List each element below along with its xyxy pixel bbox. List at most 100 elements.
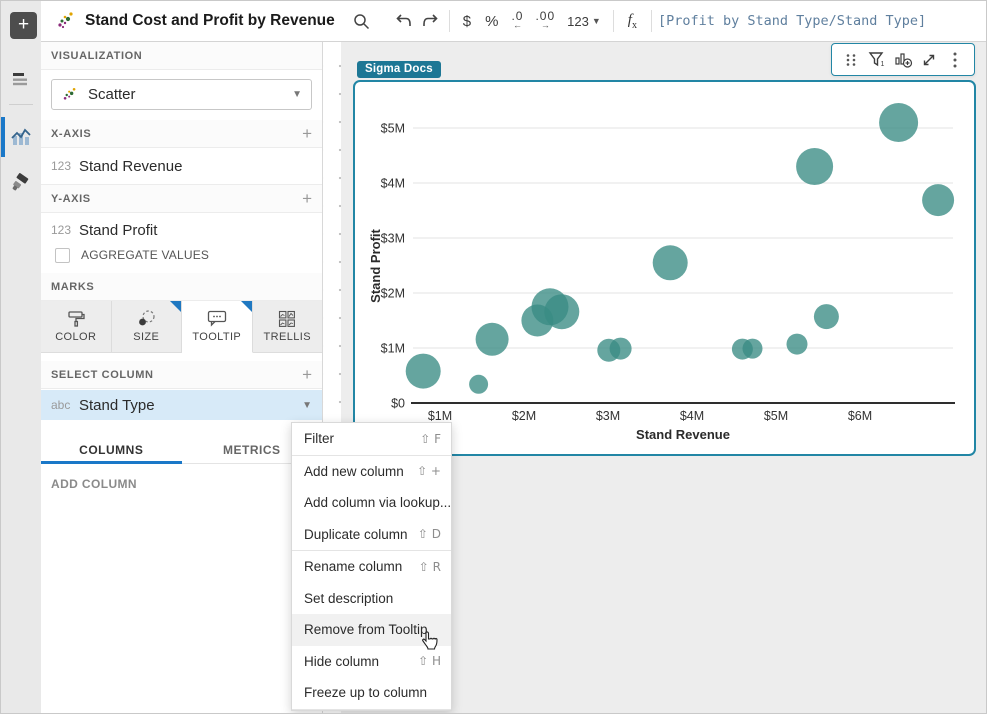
left-icon-rail: + <box>1 1 41 714</box>
menu-item-duplicate-column[interactable]: Duplicate column⇧ D <box>292 519 451 551</box>
svg-text:$5M: $5M <box>764 409 788 423</box>
formula-bar-input[interactable]: [Profit by Stand Type/Stand Type] <box>658 13 926 29</box>
scatter-bubble[interactable] <box>922 184 954 216</box>
menu-item-label: Filter <box>304 431 420 446</box>
svg-text:$0: $0 <box>391 397 405 411</box>
select-column-section-header: SELECT COLUMN + <box>41 361 322 389</box>
svg-text:$4M: $4M <box>381 177 405 191</box>
menu-item-hide-column[interactable]: Hide column⇧ H <box>292 646 451 678</box>
menu-item-shortcut: ⇧ H <box>418 654 441 668</box>
menu-item-add-column-via-lookup[interactable]: Add column via lookup... <box>292 487 451 519</box>
x-axis-field-row[interactable]: 123 Stand Revenue <box>41 148 322 184</box>
scatter-chart-element[interactable]: $0$1M$2M$3M$4M$5M$1M$2M$3M$4M$5M$6MStand… <box>353 80 976 456</box>
scatter-bubble[interactable] <box>544 294 579 329</box>
svg-text:$5M: $5M <box>381 122 405 136</box>
scatter-bubble[interactable] <box>610 338 632 360</box>
page-elements-icon[interactable] <box>1 59 41 99</box>
format-brush-icon[interactable] <box>1 163 41 203</box>
marks-tab-tooltip[interactable]: TOOLTIP <box>182 301 253 353</box>
menu-item-shortcut: ⇧ D <box>418 527 441 541</box>
columns-metrics-tabs: COLUMNS METRICS <box>41 436 322 464</box>
scatter-plot: $0$1M$2M$3M$4M$5M$1M$2M$3M$4M$5M$6MStand… <box>355 82 974 454</box>
menu-item-label: Hide column <box>304 654 418 669</box>
drag-handle-icon[interactable] <box>838 47 864 73</box>
decrease-decimal-button[interactable]: .0← <box>505 12 529 30</box>
number-format-dropdown[interactable]: 123▼ <box>561 14 607 29</box>
scatter-bubble[interactable] <box>469 375 488 394</box>
app-window: + <box>0 0 987 714</box>
aggregate-values-row: AGGREGATE VALUES <box>41 247 322 273</box>
number-type-icon: 123 <box>51 159 79 173</box>
explore-chart-icon[interactable] <box>890 47 916 73</box>
tooltip-column-row[interactable]: abc Stand Type ▼ <box>41 390 322 420</box>
applied-corner-badge <box>241 301 252 312</box>
svg-text:$3M: $3M <box>596 409 620 423</box>
tab-columns[interactable]: COLUMNS <box>41 436 182 463</box>
scatter-bubble[interactable] <box>476 323 509 356</box>
kebab-menu-icon[interactable] <box>942 47 968 73</box>
scatter-bubble[interactable] <box>406 354 441 389</box>
doc-logo-icon <box>55 10 77 32</box>
svg-text:$6M: $6M <box>848 409 872 423</box>
search-icon[interactable] <box>349 8 375 34</box>
svg-text:$2M: $2M <box>512 409 536 423</box>
y-axis-field-row[interactable]: 123 Stand Profit <box>41 213 322 247</box>
undo-icon[interactable] <box>391 8 417 34</box>
menu-item-label: Freeze up to column <box>304 685 441 700</box>
filter-count-icon[interactable]: 1 <box>864 47 890 73</box>
menu-item-filter[interactable]: Filter⇧ F <box>292 423 451 455</box>
menu-item-freeze-up-to-column[interactable]: Freeze up to column <box>292 677 451 709</box>
menu-item-shortcut: ⇧ F <box>420 432 441 446</box>
marks-section-header: MARKS <box>41 273 322 301</box>
element-name-badge[interactable]: Sigma Docs <box>357 61 441 78</box>
marks-tab-trellis[interactable]: TRELLIS <box>253 301 323 352</box>
svg-text:1: 1 <box>881 61 885 68</box>
menu-separator <box>292 709 451 710</box>
add-column-button[interactable]: ADD COLUMN <box>41 464 322 504</box>
document-title: Stand Cost and Profit by Revenue <box>85 12 335 30</box>
marks-tab-label: COLOR <box>55 331 96 343</box>
svg-text:$1M: $1M <box>428 409 452 423</box>
redo-icon[interactable] <box>417 8 443 34</box>
svg-text:$3M: $3M <box>381 232 405 246</box>
scatter-bubble[interactable] <box>653 245 688 280</box>
aggregate-values-checkbox[interactable] <box>55 248 70 263</box>
chevron-down-icon[interactable]: ▼ <box>302 400 312 411</box>
currency-format-button[interactable]: $ <box>456 13 478 30</box>
scatter-bubble[interactable] <box>879 103 918 142</box>
menu-item-add-new-column[interactable]: Add new column⇧ + <box>292 456 451 488</box>
svg-text:$1M: $1M <box>381 342 405 356</box>
scatter-bubble[interactable] <box>796 148 833 185</box>
x-axis-add-icon[interactable]: + <box>302 124 312 144</box>
analytics-panel-icon[interactable] <box>1 117 41 157</box>
menu-item-remove-from-tooltip[interactable]: Remove from Tooltip <box>292 614 451 646</box>
percent-format-button[interactable]: % <box>478 13 505 30</box>
paint-roller-icon <box>66 310 86 327</box>
formula-fx-icon: fx <box>620 12 645 31</box>
text-type-icon: abc <box>51 398 79 412</box>
scatter-bubble[interactable] <box>787 334 808 355</box>
menu-item-shortcut: ⇧ + <box>417 464 441 478</box>
menu-item-label: Add new column <box>304 464 417 479</box>
increase-decimal-button[interactable]: .00→ <box>529 12 561 30</box>
marks-tab-size[interactable]: SIZE <box>112 301 183 352</box>
y-axis-add-icon[interactable]: + <box>302 189 312 209</box>
viz-type-dropdown[interactable]: Scatter ▼ <box>51 79 312 110</box>
svg-text:Stand Revenue: Stand Revenue <box>636 427 730 442</box>
menu-item-label: Set description <box>304 591 441 606</box>
marks-tab-color[interactable]: COLOR <box>41 301 112 352</box>
menu-item-set-description[interactable]: Set description <box>292 583 451 615</box>
add-element-button[interactable]: + <box>10 12 37 39</box>
svg-text:$4M: $4M <box>680 409 704 423</box>
select-column-add-icon[interactable]: + <box>302 365 312 385</box>
maximize-icon[interactable] <box>916 47 942 73</box>
visualization-section-header: VISUALIZATION <box>41 42 322 70</box>
scatter-type-icon <box>61 86 79 104</box>
menu-item-label: Duplicate column <box>304 527 418 542</box>
scatter-bubble[interactable] <box>743 339 763 359</box>
menu-item-label: Rename column <box>304 559 419 574</box>
size-icon <box>136 310 156 327</box>
chevron-down-icon: ▼ <box>292 89 302 100</box>
menu-item-rename-column[interactable]: Rename column⇧ R <box>292 551 451 583</box>
scatter-bubble[interactable] <box>814 304 839 329</box>
